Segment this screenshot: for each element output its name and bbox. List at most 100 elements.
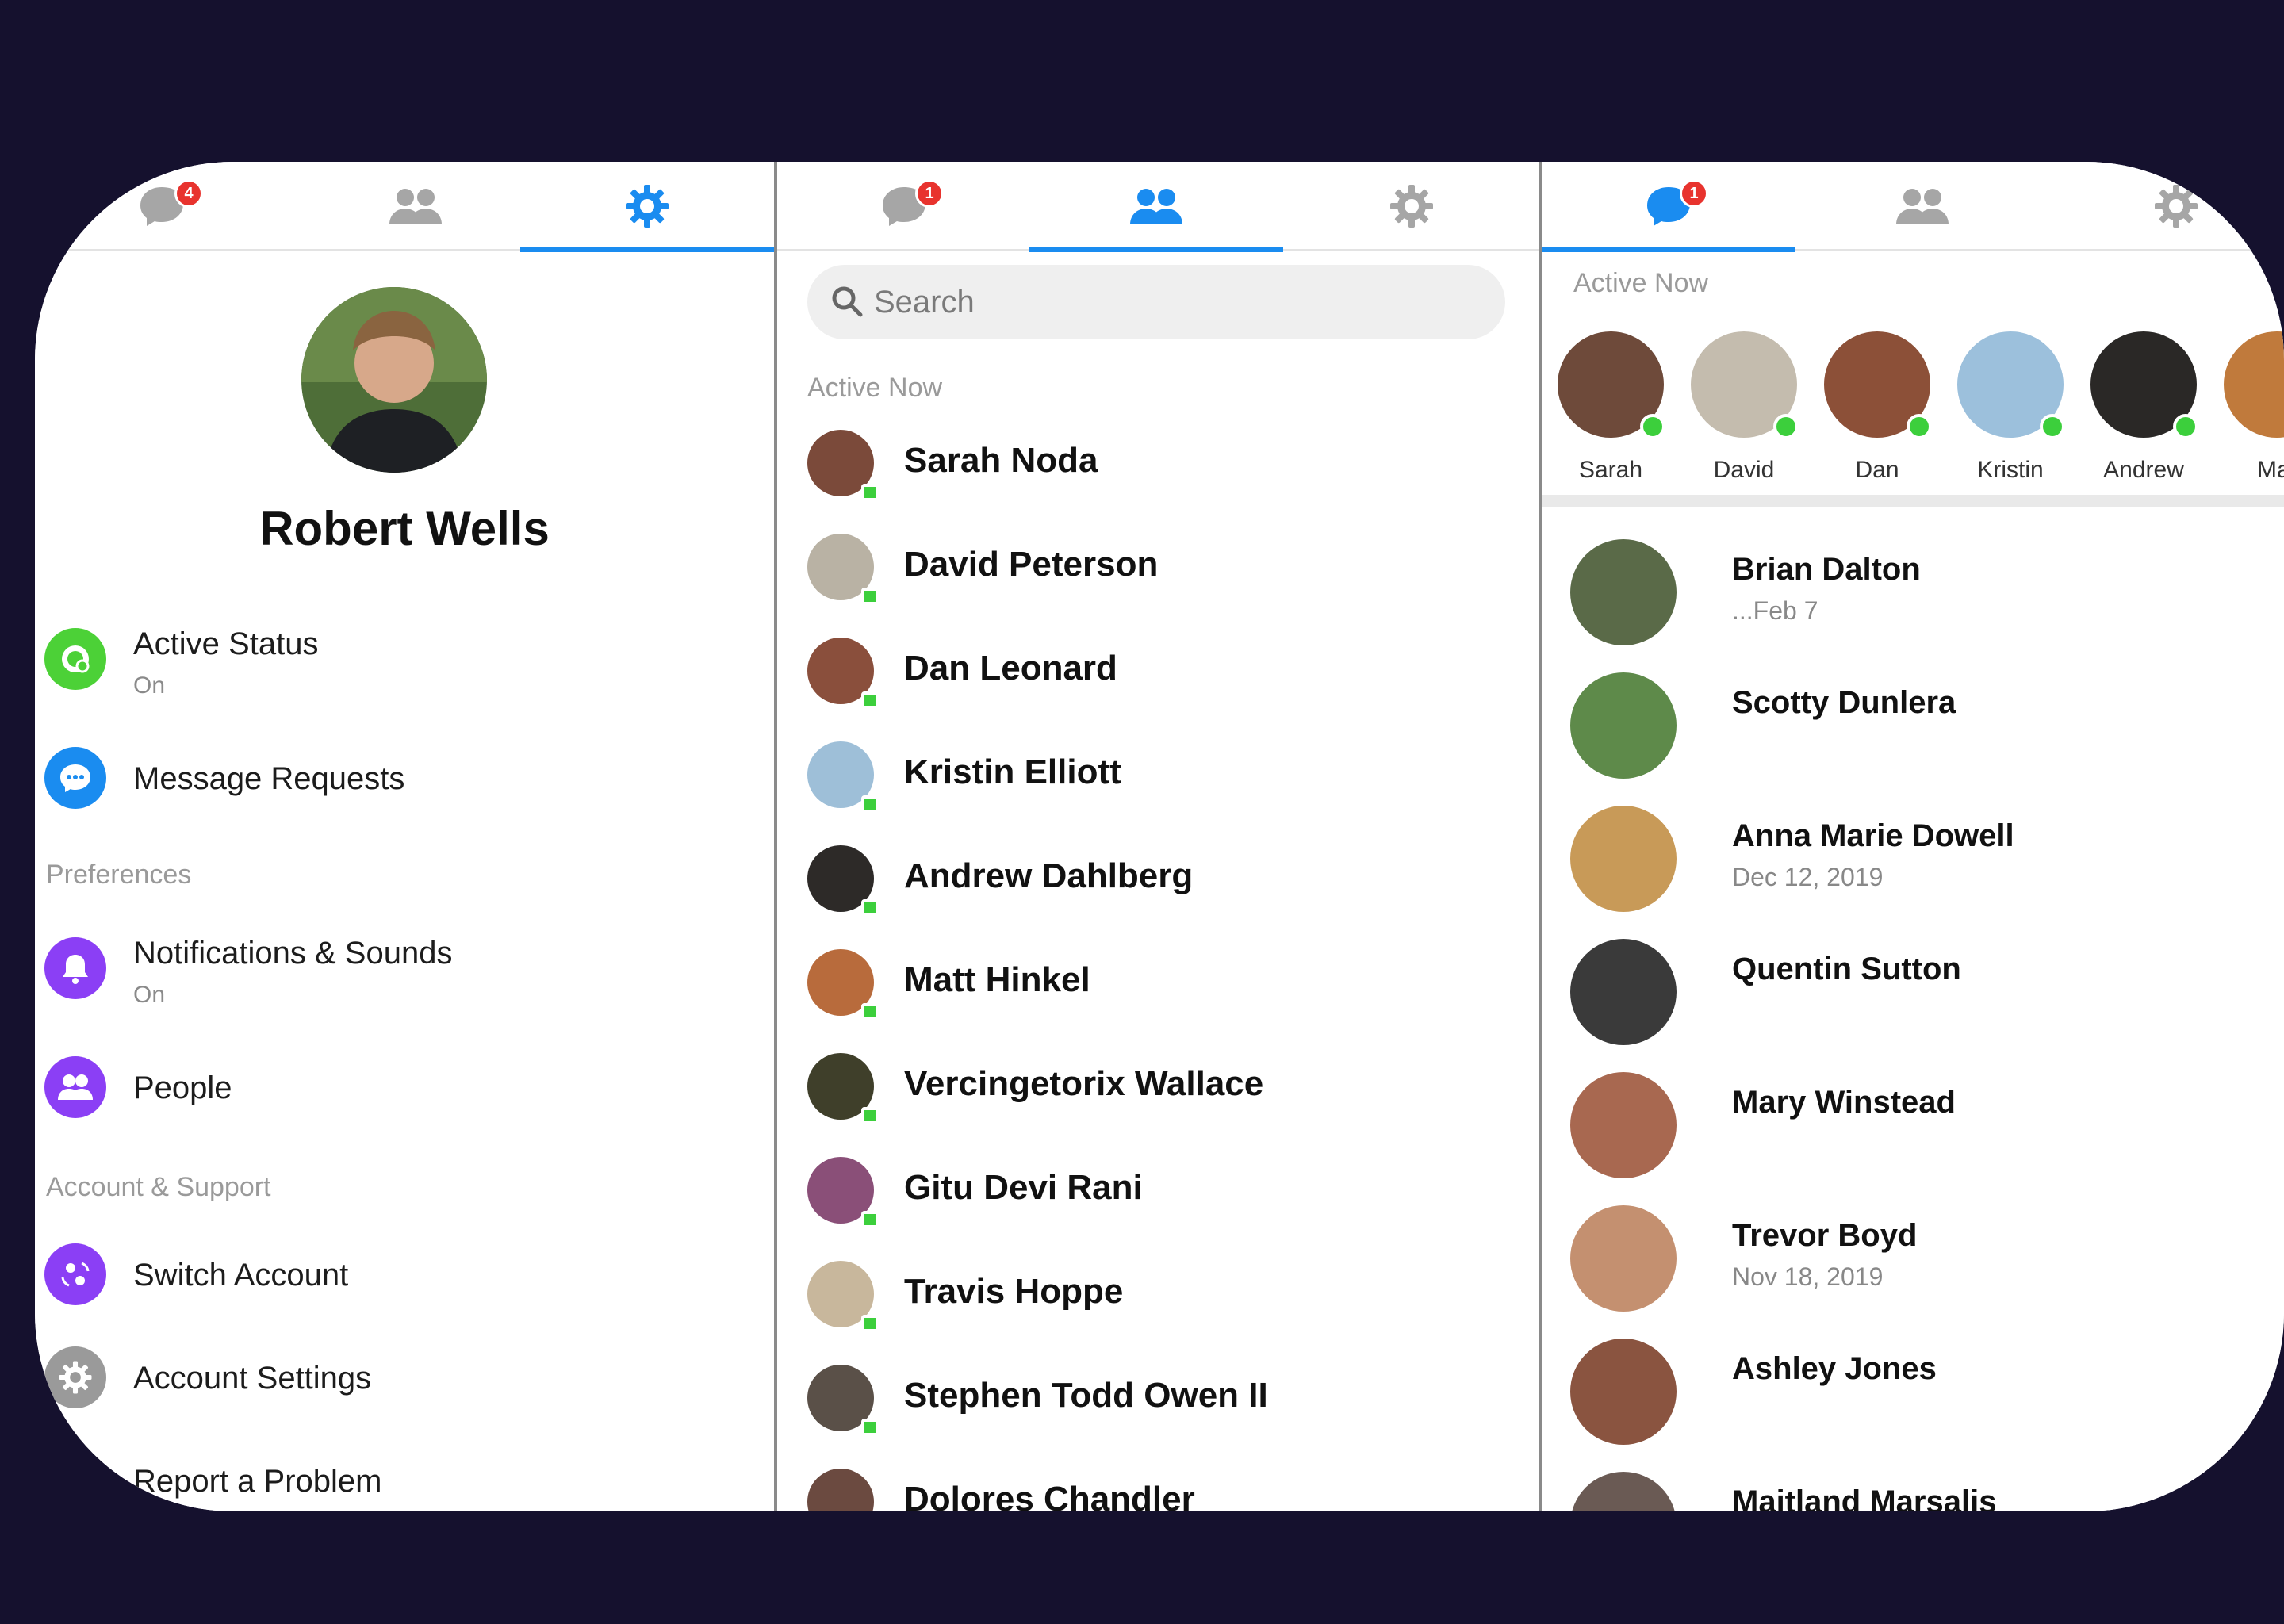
active-user-name: David — [1713, 457, 1775, 483]
conversation-row[interactable]: Scotty Dunlera — [1542, 657, 2284, 791]
active-user-name: Andrew — [2103, 457, 2184, 483]
avatar — [1570, 939, 1677, 1045]
conversation-name: Mary Winstead — [1732, 1085, 1956, 1120]
active-user[interactable]: Mat — [2224, 331, 2284, 483]
menu-label: Account Settings — [133, 1361, 372, 1396]
contact-name: Gitu Devi Rani — [904, 1168, 1143, 1207]
report-problem-item[interactable]: Report a Problem — [35, 1434, 774, 1511]
unread-badge: 4 — [174, 179, 203, 208]
active-now-heading: Active Now — [807, 373, 943, 403]
online-indicator — [861, 1211, 879, 1228]
avatar — [2224, 331, 2284, 438]
tab-bar: 1 — [777, 162, 1539, 252]
contact-row[interactable]: Dan Leonard — [777, 622, 1539, 717]
avatar — [1570, 539, 1677, 645]
conversation-row[interactable]: Maitland Marsalis — [1542, 1456, 2284, 1511]
menu-label: Notifications & Sounds — [133, 936, 453, 971]
contact-row[interactable]: Gitu Devi Rani — [777, 1141, 1539, 1236]
online-indicator — [861, 1419, 879, 1436]
account-settings-item[interactable]: Account Settings — [35, 1331, 774, 1426]
conversation-row[interactable]: Brian Dalton ...Feb 7 — [1542, 523, 2284, 658]
contact-row[interactable]: Travis Hoppe — [777, 1245, 1539, 1340]
avatar — [1570, 1072, 1677, 1178]
online-indicator — [2040, 414, 2065, 439]
active-user[interactable]: Dan — [1824, 331, 1932, 483]
contact-row[interactable]: David Peterson — [777, 518, 1539, 613]
app-frame: 4 Robert Wells Active Status On Message … — [35, 162, 2284, 1511]
gear-icon — [44, 1346, 106, 1408]
conversation-name: Brian Dalton — [1732, 552, 1921, 587]
online-indicator — [861, 795, 879, 813]
contact-name: Matt Hinkel — [904, 960, 1090, 999]
active-user-name: Kristin — [1977, 457, 2044, 483]
tab-chats[interactable]: 1 — [777, 162, 1031, 251]
tab-chats[interactable]: 1 — [1542, 162, 1795, 252]
online-indicator — [2173, 414, 2198, 439]
avatar[interactable] — [301, 287, 487, 473]
tab-bar: 1 — [1542, 162, 2284, 252]
contact-row[interactable]: Sarah Noda — [777, 414, 1539, 509]
online-indicator — [861, 1107, 879, 1124]
tab-settings[interactable] — [2049, 162, 2284, 251]
active-user[interactable]: David — [1691, 331, 1799, 483]
preferences-heading: Preferences — [46, 860, 192, 890]
menu-sublabel: On — [133, 982, 166, 1008]
message-requests-item[interactable]: Message Requests — [35, 731, 774, 826]
people-item[interactable]: People — [35, 1040, 774, 1136]
avatar — [1570, 806, 1677, 912]
menu-label: Message Requests — [133, 761, 405, 796]
contact-row[interactable]: Kristin Elliott — [777, 726, 1539, 821]
notifications-item[interactable]: Notifications & Sounds On — [35, 915, 774, 1034]
search-input[interactable] — [874, 265, 1477, 339]
unread-badge: 1 — [915, 179, 944, 208]
active-now-heading: Active Now — [1573, 268, 1709, 298]
switch-account-item[interactable]: Switch Account — [35, 1228, 774, 1323]
tab-people[interactable] — [289, 162, 542, 251]
people-icon — [389, 189, 442, 224]
settings-panel: 4 Robert Wells Active Status On Message … — [35, 162, 774, 1511]
contact-name: Dolores Chandler — [904, 1480, 1195, 1511]
profile-name: Robert Wells — [259, 502, 550, 555]
contact-row[interactable]: Matt Hinkel — [777, 933, 1539, 1028]
online-indicator — [861, 899, 879, 917]
tab-settings[interactable] — [1285, 162, 1539, 251]
active-status-item[interactable]: Active Status On — [35, 606, 774, 725]
active-user[interactable]: Andrew — [2090, 331, 2198, 483]
conversation-row[interactable]: Quentin Sutton — [1542, 923, 2284, 1058]
contact-name: Travis Hoppe — [904, 1272, 1124, 1311]
menu-label: People — [133, 1071, 232, 1105]
active-status-icon — [44, 628, 106, 690]
contact-name: Dan Leonard — [904, 649, 1117, 688]
conversation-name: Maitland Marsalis — [1732, 1484, 1997, 1511]
active-user-name: Sarah — [1578, 457, 1643, 483]
conversation-preview: Nov 18, 2019 — [1732, 1262, 1884, 1291]
avatar — [807, 1469, 874, 1511]
tab-settings[interactable] — [520, 162, 774, 252]
conversation-row[interactable]: Trevor Boyd Nov 18, 2019 — [1542, 1189, 2284, 1324]
conversation-name: Quentin Sutton — [1732, 952, 1961, 986]
online-indicator — [1907, 414, 1932, 439]
contact-row[interactable]: Vercingetorix Wallace — [777, 1037, 1539, 1132]
contact-name: David Peterson — [904, 545, 1159, 584]
contact-row[interactable]: Dolores Chandler — [777, 1453, 1539, 1511]
tab-people[interactable] — [1029, 162, 1283, 252]
tab-people[interactable] — [1795, 162, 2049, 251]
tab-chats[interactable]: 4 — [35, 162, 289, 251]
menu-label: Report a Problem — [133, 1464, 382, 1499]
active-user[interactable]: Kristin — [1957, 331, 2065, 483]
contact-row[interactable]: Stephen Todd Owen II — [777, 1349, 1539, 1444]
message-bubble-icon — [44, 747, 106, 809]
conversation-row[interactable]: Anna Marie Dowell Dec 12, 2019 — [1542, 790, 2284, 925]
contact-row[interactable]: Andrew Dahlberg — [777, 829, 1539, 925]
online-indicator — [861, 1003, 879, 1021]
conversation-row[interactable]: Ashley Jones — [1542, 1323, 2284, 1457]
conversation-row[interactable]: Mary Winstead — [1542, 1056, 2284, 1191]
profile-photo — [301, 287, 487, 473]
avatar — [1570, 1339, 1677, 1445]
active-user[interactable]: Sarah — [1558, 331, 1665, 483]
conversation-name: Scotty Dunlera — [1732, 685, 1956, 720]
search-bar[interactable] — [807, 265, 1505, 339]
contact-name: Kristin Elliott — [904, 753, 1121, 791]
online-indicator — [1640, 414, 1665, 439]
conversation-preview: ...Feb 7 — [1732, 596, 1818, 625]
